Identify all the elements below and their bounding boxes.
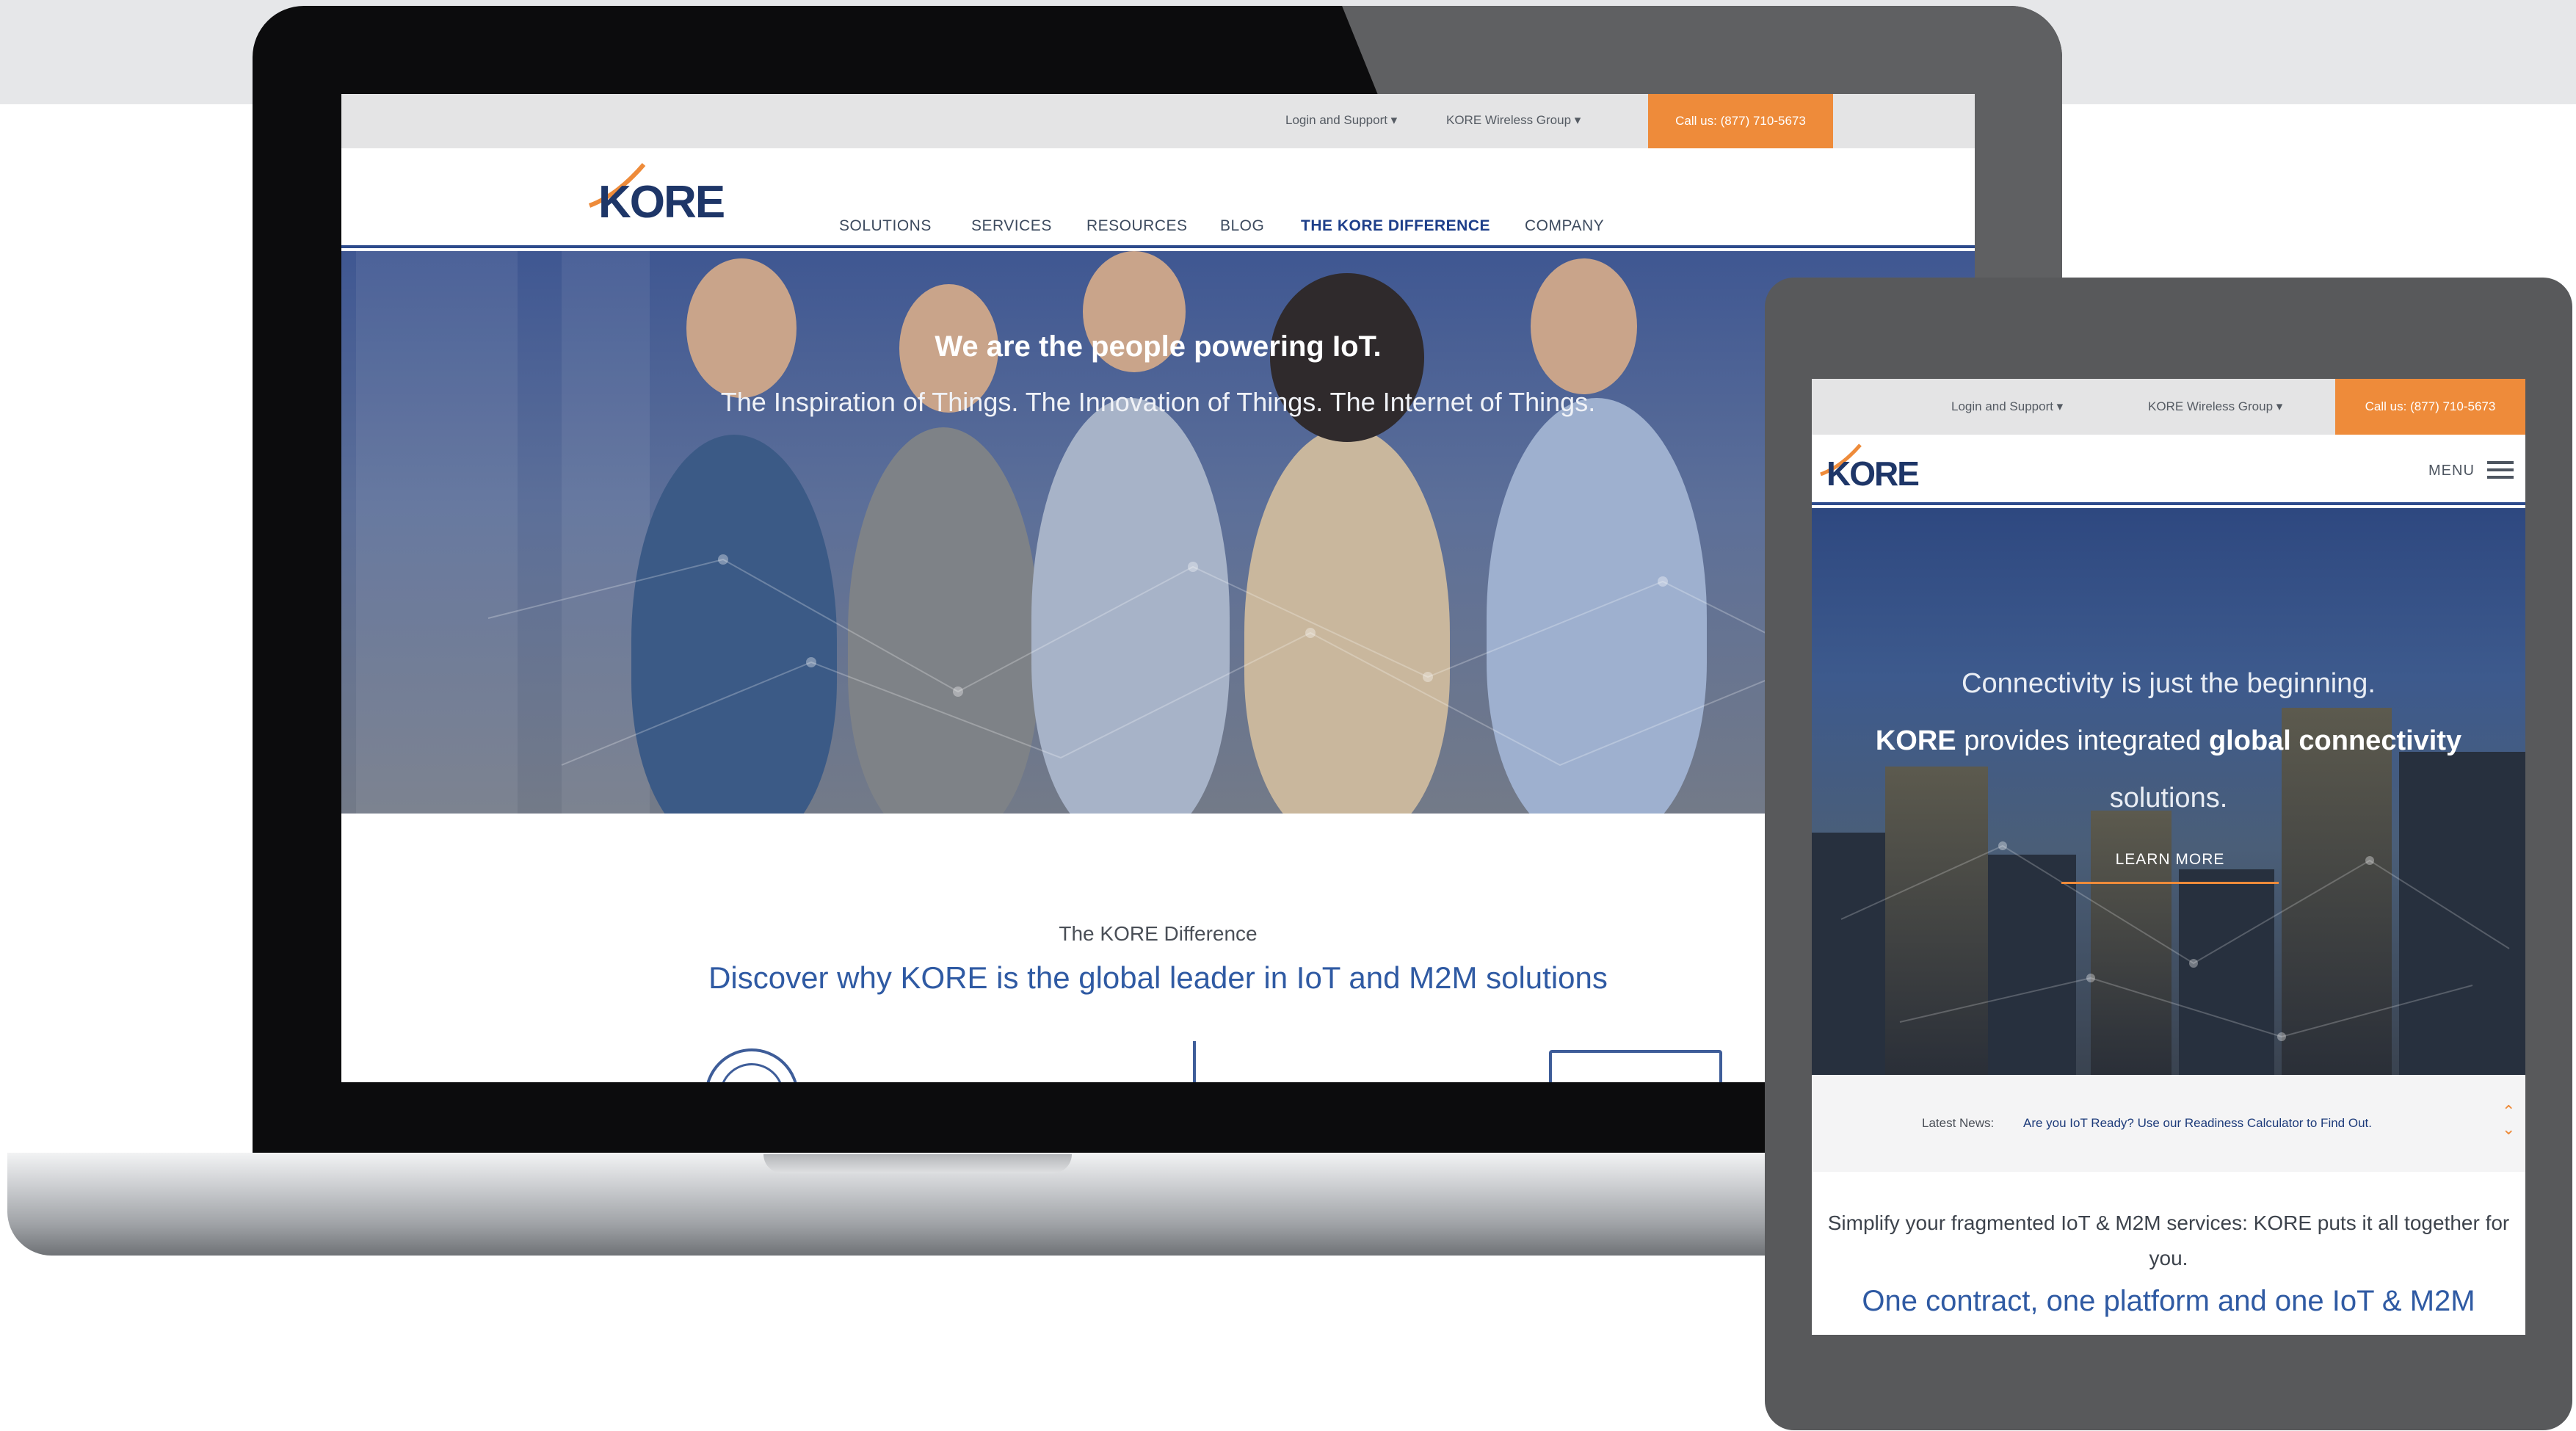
- section-label: The KORE Difference: [1059, 922, 1258, 945]
- site-header: KORE MENU: [1812, 435, 2525, 505]
- kore-wireless-group-link[interactable]: KORE Wireless Group ▾: [1446, 113, 1581, 128]
- utility-bar: Login and Support ▾ KORE Wireless Group …: [1812, 379, 2525, 435]
- monitor-icon: [1549, 1050, 1722, 1082]
- arrow-down-icon: [1193, 1041, 1196, 1082]
- hero-banner: Connectivity is just the beginning. KORE…: [1812, 508, 2525, 1075]
- login-support-link[interactable]: Login and Support ▾: [1951, 399, 2063, 414]
- intro-text: Simplify your fragmented IoT & M2M servi…: [1827, 1211, 2510, 1269]
- hero-banner: We are the people powering IoT. The Insp…: [341, 251, 1975, 814]
- section-heading: Discover why KORE is the global leader i…: [708, 960, 1608, 995]
- site-header: KORE SOLUTIONS SERVICES RESOURCES BLOG T…: [341, 148, 1975, 248]
- hero-subtitle: The Inspiration of Things. The Innovatio…: [720, 387, 1596, 417]
- kore-logo[interactable]: KORE: [588, 163, 725, 228]
- news-scroll-arrows-icon[interactable]: ⌃ ⌄: [2502, 1103, 2515, 1138]
- nav-company[interactable]: COMPANY: [1525, 217, 1604, 235]
- nav-services[interactable]: SERVICES: [971, 217, 1052, 235]
- news-ticker: Latest News: Are you IoT Ready? Use our …: [1812, 1075, 2525, 1172]
- utility-bar: Login and Support ▾ KORE Wireless Group …: [341, 94, 1975, 148]
- laptop-screen: Login and Support ▾ KORE Wireless Group …: [341, 94, 1975, 1082]
- call-us-button[interactable]: Call us: (877) 710-5673: [2335, 379, 2525, 435]
- hero-title: We are the people powering IoT.: [935, 330, 1382, 363]
- kore-logo[interactable]: KORE: [1820, 443, 1920, 493]
- nav-solutions[interactable]: SOLUTIONS: [839, 217, 932, 235]
- kore-wireless-group-link[interactable]: KORE Wireless Group ▾: [2148, 399, 2282, 414]
- login-support-link[interactable]: Login and Support ▾: [1285, 113, 1397, 128]
- menu-label[interactable]: MENU: [2428, 463, 2475, 479]
- laptop-base-notch: [763, 1154, 1072, 1173]
- nav-kore-difference[interactable]: THE KORE DIFFERENCE: [1301, 217, 1490, 235]
- nav-blog[interactable]: BLOG: [1220, 217, 1264, 235]
- hero-line-1: Connectivity is just the beginning.: [1962, 668, 2376, 699]
- call-us-button[interactable]: Call us: (877) 710-5673: [1648, 94, 1833, 148]
- hero-line-2: KORE provides integrated global connecti…: [1875, 725, 2462, 756]
- news-label: Latest News:: [1922, 1116, 1995, 1130]
- learn-more-button[interactable]: LEARN MORE: [2061, 837, 2279, 884]
- nav-resources[interactable]: RESOURCES: [1086, 217, 1188, 235]
- tablet-frame: Login and Support ▾ KORE Wireless Group …: [1765, 278, 2572, 1430]
- intro-heading: One contract, one platform and one IoT &…: [1862, 1285, 2475, 1317]
- hero-line-3: solutions.: [2109, 783, 2228, 814]
- news-link[interactable]: Are you IoT Ready? Use our Readiness Cal…: [2023, 1116, 2372, 1131]
- tablet-screen: Login and Support ▾ KORE Wireless Group …: [1812, 379, 2525, 1335]
- hamburger-menu-icon[interactable]: [2487, 461, 2514, 479]
